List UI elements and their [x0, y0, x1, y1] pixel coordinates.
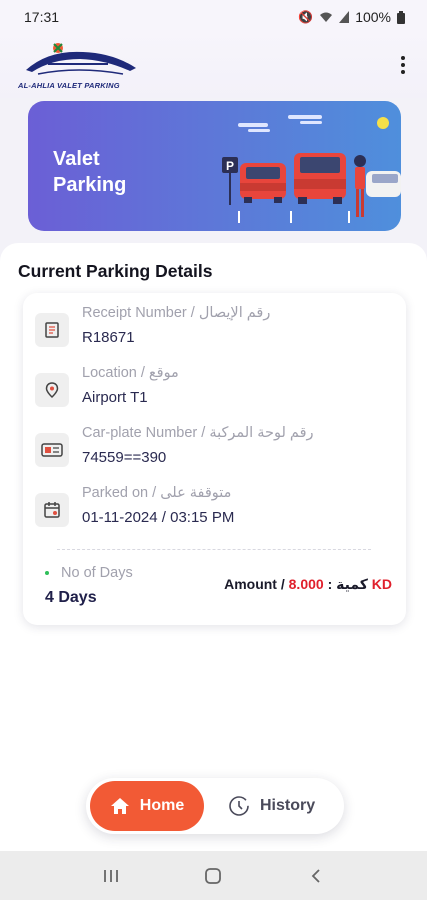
home-circle-icon[interactable] [198, 861, 228, 891]
status-time: 17:31 [24, 9, 60, 25]
banner-title: Valet Parking [53, 148, 127, 196]
car-logo-icon [26, 43, 136, 75]
home-icon [110, 798, 129, 814]
receipt-row: Receipt Number / رقم الإيصال R18671 [35, 305, 395, 355]
valet-banner: Valet Parking P [28, 101, 401, 231]
menu-dot-icon [401, 70, 405, 74]
section-title: Current Parking Details [18, 261, 213, 281]
days-label-wrap: No of Days [45, 565, 133, 581]
car-plate-label: Car-plate Number / رقم لوحة المركبة [82, 425, 314, 441]
location-row: Location / موقع Airport T1 [35, 365, 395, 415]
car-plate-row: Car-plate Number / رقم لوحة المركبة 7455… [35, 425, 395, 475]
divider [57, 549, 371, 550]
signal-icon [339, 11, 350, 23]
recent-apps-icon[interactable] [96, 861, 126, 891]
location-pin-icon [35, 373, 69, 407]
app-logo: AL-AHLIA VALET PARKING [18, 40, 143, 90]
wifi-icon [320, 12, 333, 22]
receipt-value: R18671 [82, 329, 135, 346]
mute-icon: 🔇 [298, 10, 314, 24]
nav-history-button[interactable]: History [228, 781, 338, 831]
bottom-nav: Home History [86, 778, 344, 834]
parked-on-value: 01-11-2024 / 03:15 PM [82, 509, 235, 526]
days-value: 4 Days [45, 589, 97, 606]
parking-details-card: Receipt Number / رقم الإيصال R18671 Loca… [23, 293, 406, 625]
nav-history-label: History [260, 797, 316, 814]
system-nav-bar [0, 851, 427, 900]
days-block: No of Days 4 Days [45, 565, 133, 607]
logo-text: AL-AHLIA VALET PARKING [18, 81, 120, 90]
parked-on-row: Parked on / متوقفة على 01-11-2024 / 03:1… [35, 485, 395, 535]
status-icons: 🔇 100% [298, 9, 405, 25]
menu-dot-icon [401, 56, 405, 60]
amount-block: Amount / كمية : 8.000 KD [224, 576, 392, 593]
overflow-menu-button[interactable] [397, 52, 409, 78]
parking-illustration: P [222, 115, 401, 223]
battery-icon [397, 10, 405, 24]
nav-home-label: Home [139, 797, 185, 814]
calendar-icon [35, 493, 69, 527]
days-label: No of Days [61, 565, 133, 581]
history-clock-icon [229, 796, 249, 816]
car-plate-icon [35, 433, 69, 467]
car-plate-value: 74559==390 [82, 449, 167, 466]
receipt-icon [35, 313, 69, 347]
receipt-label: Receipt Number / رقم الإيصال [82, 305, 271, 321]
status-dot-icon [45, 571, 49, 575]
location-label: Location / موقع [82, 365, 179, 381]
nav-home-button[interactable]: Home [90, 781, 204, 831]
app-header: AL-AHLIA VALET PARKING [0, 34, 427, 98]
status-bar: 17:31 🔇 100% [0, 0, 427, 34]
parking-details-sheet: Current Parking Details Receipt Number /… [0, 243, 427, 863]
svg-text:P: P [226, 159, 234, 173]
battery-percent: 100% [355, 9, 391, 25]
back-chevron-icon[interactable] [301, 861, 331, 891]
menu-dot-icon [401, 63, 405, 67]
parked-on-label: Parked on / متوقفة على [82, 485, 232, 501]
location-value: Airport T1 [82, 389, 148, 406]
